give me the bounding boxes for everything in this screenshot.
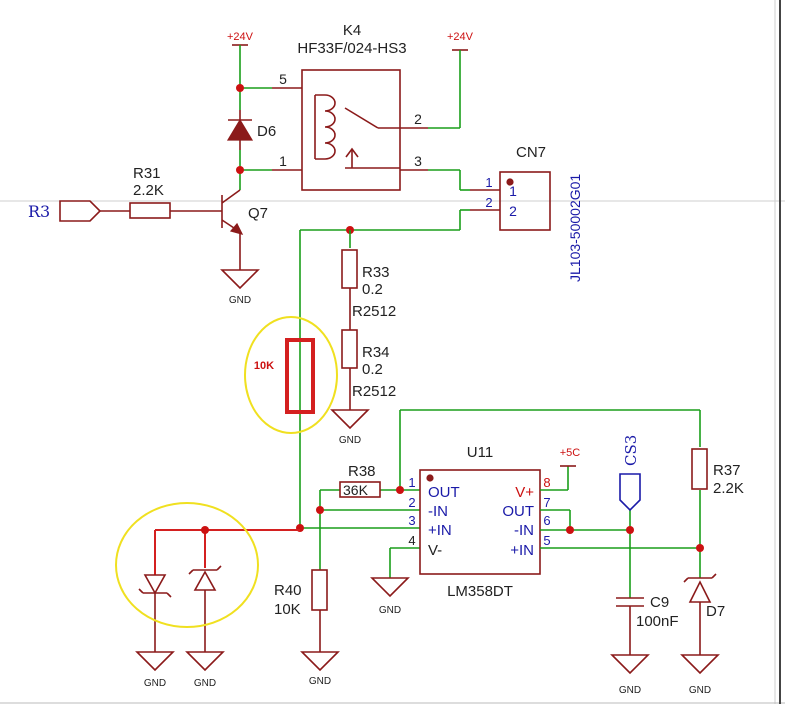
cn7-part: JL103-50002G01 bbox=[567, 174, 583, 282]
cn7-pin-1-outer: 1 bbox=[485, 175, 492, 190]
resistor-r37: R37 2.2K bbox=[691, 448, 744, 497]
u11-part: LM358DT bbox=[447, 583, 513, 600]
r38-ref: R38 bbox=[348, 463, 376, 480]
highlight-10k-annotation: 10K bbox=[244, 316, 338, 434]
relay-pin-3: 3 bbox=[414, 153, 422, 169]
net-label-r3: R3 bbox=[28, 202, 50, 221]
u11-pin-6: 6 bbox=[543, 513, 550, 528]
d7-ref: D7 bbox=[706, 603, 725, 620]
r31-value: 2.2K bbox=[133, 182, 164, 199]
resistor-r38: R38 36K bbox=[339, 463, 381, 498]
r34-package: R2512 bbox=[352, 383, 396, 400]
d6-ref: D6 bbox=[257, 123, 276, 140]
gnd-c9: GND bbox=[610, 654, 650, 696]
q7-ref: Q7 bbox=[248, 205, 268, 222]
power-label-24v-right: +24V bbox=[447, 31, 474, 43]
u11-pin-name-vp: V+ bbox=[515, 484, 534, 501]
relay-k4: K4 HF33F/024-HS3 5 1 2 3 bbox=[272, 22, 428, 191]
cn7-pin-2-outer: 2 bbox=[485, 195, 492, 210]
r33-value: 0.2 bbox=[362, 281, 383, 298]
gnd-d7: GND bbox=[680, 654, 720, 696]
u11-pin-4: 4 bbox=[408, 533, 415, 548]
gnd-label: GND bbox=[619, 685, 641, 696]
gnd-tvs-left: GND bbox=[135, 651, 175, 689]
relay-pin-2: 2 bbox=[414, 111, 422, 127]
relay-part: HF33F/024-HS3 bbox=[297, 40, 406, 57]
r33-package: R2512 bbox=[352, 303, 396, 320]
gnd-r34: GND bbox=[330, 409, 370, 446]
u11-pin-7: 7 bbox=[543, 495, 550, 510]
transistor-q7: Q7 bbox=[200, 189, 268, 270]
resistor-r34: R34 0.2 R2512 bbox=[341, 329, 396, 410]
power-port-24v-right: +24V bbox=[447, 31, 474, 51]
net-port-r3: R3 bbox=[28, 200, 102, 222]
tvs-diode-right bbox=[188, 565, 222, 652]
u11-ref: U11 bbox=[467, 444, 493, 461]
u11-pin-5: 5 bbox=[543, 533, 550, 548]
u11-pin-name-inp-b: +IN bbox=[510, 542, 534, 559]
net-label-cs3: CS3 bbox=[622, 435, 640, 466]
highlight-circle-tvs bbox=[115, 502, 259, 628]
u11-pin-name-inp-a: +IN bbox=[428, 522, 452, 539]
r31-ref: R31 bbox=[133, 165, 161, 182]
gnd-label: GND bbox=[194, 678, 216, 689]
schematic-canvas: +24V +24V K4 HF33F/024-HS3 5 1 2 3 D6 Q7… bbox=[0, 0, 785, 704]
cn7-pin-1-inner: 1 bbox=[509, 183, 517, 199]
resistor-r33: R33 0.2 R2512 bbox=[341, 249, 396, 330]
gnd-q7: GND bbox=[220, 269, 260, 306]
cn7-ref: CN7 bbox=[516, 144, 546, 161]
opamp-u11: U11 LM358DT 1 2 3 4 8 7 6 5 OUT -IN +IN … bbox=[408, 444, 550, 600]
u11-pin-name-inm-b: -IN bbox=[514, 522, 534, 539]
r37-ref: R37 bbox=[713, 462, 741, 479]
relay-pin-1: 1 bbox=[279, 153, 287, 169]
power-port-24v-left: +24V bbox=[227, 31, 254, 46]
r33-ref: R33 bbox=[362, 264, 390, 281]
connector-cn7: CN7 1 2 1 2 JL103-50002G01 bbox=[470, 144, 583, 282]
capacitor-c9: C9 100nF bbox=[616, 594, 679, 655]
u11-pin-8: 8 bbox=[543, 475, 550, 490]
gnd-label: GND bbox=[309, 676, 331, 687]
relay-pin-5: 5 bbox=[279, 71, 287, 87]
r34-value: 0.2 bbox=[362, 361, 383, 378]
c9-value: 100nF bbox=[636, 613, 679, 630]
net-port-cs3: CS3 bbox=[619, 435, 641, 512]
r38-value: 36K bbox=[343, 482, 369, 498]
cn7-pin-2-inner: 2 bbox=[509, 203, 517, 219]
gnd-label: GND bbox=[144, 678, 166, 689]
r34-ref: R34 bbox=[362, 344, 390, 361]
u11-pin-3: 3 bbox=[408, 513, 415, 528]
r37-value: 2.2K bbox=[713, 480, 744, 497]
u11-pin-name-vm: V- bbox=[428, 542, 442, 559]
resistor-r40: R40 10K bbox=[274, 569, 328, 652]
c9-ref: C9 bbox=[650, 594, 669, 611]
relay-ref: K4 bbox=[343, 22, 361, 39]
gnd-tvs-right: GND bbox=[185, 651, 225, 689]
u11-pin-name-out-b: OUT bbox=[502, 503, 534, 520]
r40-ref: R40 bbox=[274, 582, 302, 599]
u11-pin-1: 1 bbox=[408, 475, 415, 490]
gnd-u11: GND bbox=[370, 577, 410, 616]
power-label-5c: +5C bbox=[560, 447, 581, 459]
zener-d7: D7 bbox=[683, 573, 725, 655]
u11-pin-name-inm-a: -IN bbox=[428, 503, 448, 520]
power-port-5c: +5C bbox=[560, 447, 581, 467]
gnd-label: GND bbox=[689, 685, 711, 696]
gnd-label: GND bbox=[229, 295, 251, 306]
diode-d6: D6 bbox=[226, 110, 276, 150]
r40-value: 10K bbox=[274, 601, 301, 618]
u11-pin-name-out-a: OUT bbox=[428, 484, 460, 501]
gnd-label: GND bbox=[379, 605, 401, 616]
power-label-24v-left: +24V bbox=[227, 31, 254, 43]
u11-pin-2: 2 bbox=[408, 495, 415, 510]
annotation-10k-label: 10K bbox=[254, 360, 274, 372]
resistor-r31: R31 2.2K bbox=[100, 165, 200, 219]
gnd-r40: GND bbox=[300, 651, 340, 687]
gnd-label: GND bbox=[339, 435, 361, 446]
